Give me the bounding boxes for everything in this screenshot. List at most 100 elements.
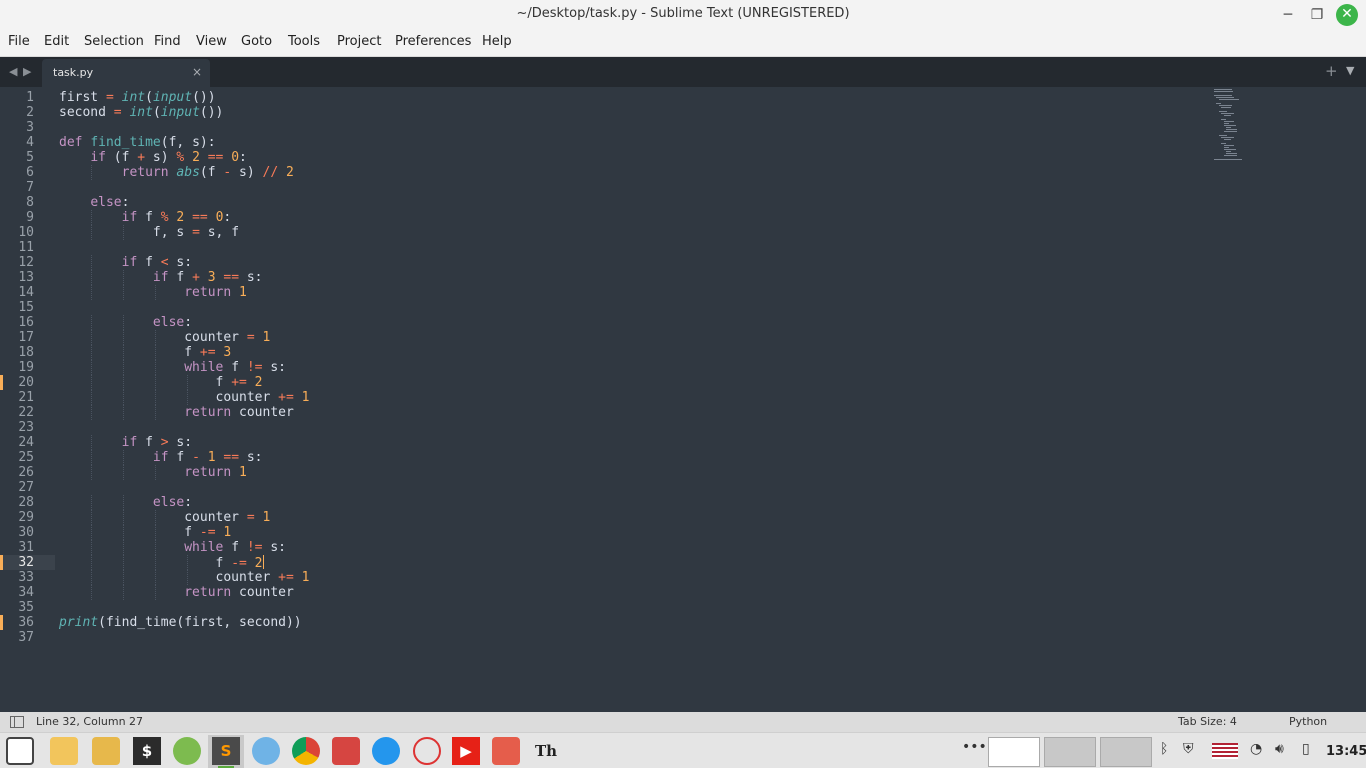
code-line[interactable]: 17 counter = 1 (0, 330, 1200, 345)
code-line[interactable]: 32 f -= 2 (0, 555, 1200, 571)
minimize-icon[interactable]: ─ (1277, 4, 1299, 26)
sublime-text-icon[interactable]: S (212, 737, 240, 765)
menu-preferences[interactable]: Preferences (395, 34, 471, 49)
code-text: print(find_time(first, second)) (59, 615, 302, 630)
indent-guide (91, 210, 92, 225)
overflow-icon[interactable]: ••• (962, 739, 987, 755)
tab-menu-icon[interactable]: ▼ (1346, 64, 1354, 77)
code-line[interactable]: 7 (0, 180, 1200, 195)
browser-icon[interactable] (252, 737, 280, 765)
code-line[interactable]: 24 if f > s: (0, 435, 1200, 450)
line-number: 36 (18, 615, 34, 630)
menu-view[interactable]: View (196, 34, 227, 49)
code-line[interactable]: 22 return counter (0, 405, 1200, 420)
code-line[interactable]: 30 f -= 1 (0, 525, 1200, 540)
shield-icon[interactable]: ⛨ (1183, 741, 1194, 757)
new-tab-icon[interactable]: + (1325, 62, 1338, 80)
book-reader-icon[interactable] (332, 737, 360, 765)
indent-guide (155, 540, 156, 555)
code-line[interactable]: 31 while f != s: (0, 540, 1200, 555)
code-text: counter += 1 (59, 570, 310, 585)
code-line[interactable]: 35 (0, 600, 1200, 615)
code-line[interactable]: 28 else: (0, 495, 1200, 510)
code-line[interactable]: 9 if f % 2 == 0: (0, 210, 1200, 225)
youtube-icon[interactable]: ▶ (452, 737, 480, 765)
game-icon[interactable] (492, 737, 520, 765)
target-icon[interactable] (413, 737, 441, 765)
code-line[interactable]: 12 if f < s: (0, 255, 1200, 270)
workspace-3[interactable] (1100, 737, 1152, 767)
code-line[interactable]: 21 counter += 1 (0, 390, 1200, 405)
code-line[interactable]: 11 (0, 240, 1200, 255)
code-line[interactable]: 14 return 1 (0, 285, 1200, 300)
menu-edit[interactable]: Edit (44, 34, 69, 49)
code-line[interactable]: 4 def find_time(f, s): (0, 135, 1200, 150)
wifi-icon[interactable]: ◔ (1250, 741, 1262, 757)
line-number: 31 (18, 540, 34, 555)
code-line[interactable]: 33 counter += 1 (0, 570, 1200, 585)
menu-bar: File Edit Selection Find View Goto Tools… (0, 29, 1366, 57)
close-icon[interactable]: ✕ (1336, 4, 1358, 26)
code-line[interactable]: 18 f += 3 (0, 345, 1200, 360)
docker-icon[interactable] (372, 737, 400, 765)
menu-selection[interactable]: Selection (84, 34, 144, 49)
calculator-icon[interactable] (173, 737, 201, 765)
code-line[interactable]: 20 f += 2 (0, 375, 1200, 390)
code-line[interactable]: 29 counter = 1 (0, 510, 1200, 525)
menu-tools[interactable]: Tools (288, 34, 320, 49)
code-line[interactable]: 19 while f != s: (0, 360, 1200, 375)
code-line[interactable]: 16 else: (0, 315, 1200, 330)
clock[interactable]: 13:45 (1326, 744, 1366, 759)
code-line[interactable]: 37 (0, 630, 1200, 645)
menu-file[interactable]: File (8, 34, 30, 49)
chrome-icon[interactable] (292, 737, 320, 765)
tab-close-icon[interactable]: × (192, 65, 202, 79)
minimap[interactable] (1214, 89, 1254, 169)
code-line[interactable]: 25 if f - 1 == s: (0, 450, 1200, 465)
tab-back-icon[interactable]: ◀ (9, 65, 17, 78)
mint-menu-icon[interactable] (6, 737, 34, 765)
code-line[interactable]: 27 (0, 480, 1200, 495)
folder-icon[interactable] (50, 737, 78, 765)
code-line[interactable]: 2 second = int(input()) (0, 105, 1200, 120)
menu-project[interactable]: Project (337, 34, 381, 49)
indent-guide (123, 585, 124, 600)
code-line[interactable]: 26 return 1 (0, 465, 1200, 480)
maximize-icon[interactable]: ❐ (1306, 4, 1328, 26)
battery-icon[interactable]: ▯ (1302, 741, 1310, 757)
bluetooth-icon[interactable]: ᛒ (1160, 741, 1168, 757)
code-line[interactable]: 1 first = int(input()) (0, 90, 1200, 105)
tab-task-py[interactable]: task.py × (42, 59, 210, 87)
tab-size-selector[interactable]: Tab Size: 4 (1178, 715, 1237, 728)
terminal-icon[interactable]: $ (133, 737, 161, 765)
menu-goto[interactable]: Goto (241, 34, 272, 49)
volume-icon[interactable]: 🔊︎ (1275, 741, 1284, 757)
code-line[interactable]: 36 print(find_time(first, second)) (0, 615, 1200, 630)
indent-guide (155, 375, 156, 390)
code-line[interactable]: 15 (0, 300, 1200, 315)
code-editor[interactable]: 1 first = int(input()) 2 second = int(input… (0, 87, 1366, 712)
workspace-1[interactable] (988, 737, 1040, 767)
text-app-icon[interactable]: Th (532, 737, 560, 765)
minimap-line (1214, 89, 1232, 90)
panel-toggle-icon[interactable] (10, 716, 24, 728)
line-number: 11 (18, 240, 34, 255)
code-line[interactable]: 6 return abs(f - s) // 2 (0, 165, 1200, 180)
code-line[interactable]: 8 else: (0, 195, 1200, 210)
code-line[interactable]: 23 (0, 420, 1200, 435)
code-line[interactable]: 34 return counter (0, 585, 1200, 600)
menu-find[interactable]: Find (154, 34, 181, 49)
code-line[interactable]: 5 if (f + s) % 2 == 0: (0, 150, 1200, 165)
code-line[interactable]: 10 f, s = s, f (0, 225, 1200, 240)
tab-label: task.py (53, 66, 94, 79)
tab-forward-icon[interactable]: ▶ (23, 65, 31, 78)
code-line[interactable]: 13 if f + 3 == s: (0, 270, 1200, 285)
keyboard-layout-flag-icon[interactable] (1212, 743, 1238, 759)
menu-help[interactable]: Help (482, 34, 512, 49)
workspace-2[interactable] (1044, 737, 1096, 767)
syntax-selector[interactable]: Python (1289, 715, 1327, 728)
code-line[interactable]: 3 (0, 120, 1200, 135)
minimap-line (1224, 147, 1229, 148)
file-manager-icon[interactable] (92, 737, 120, 765)
minimap-line (1224, 115, 1231, 116)
